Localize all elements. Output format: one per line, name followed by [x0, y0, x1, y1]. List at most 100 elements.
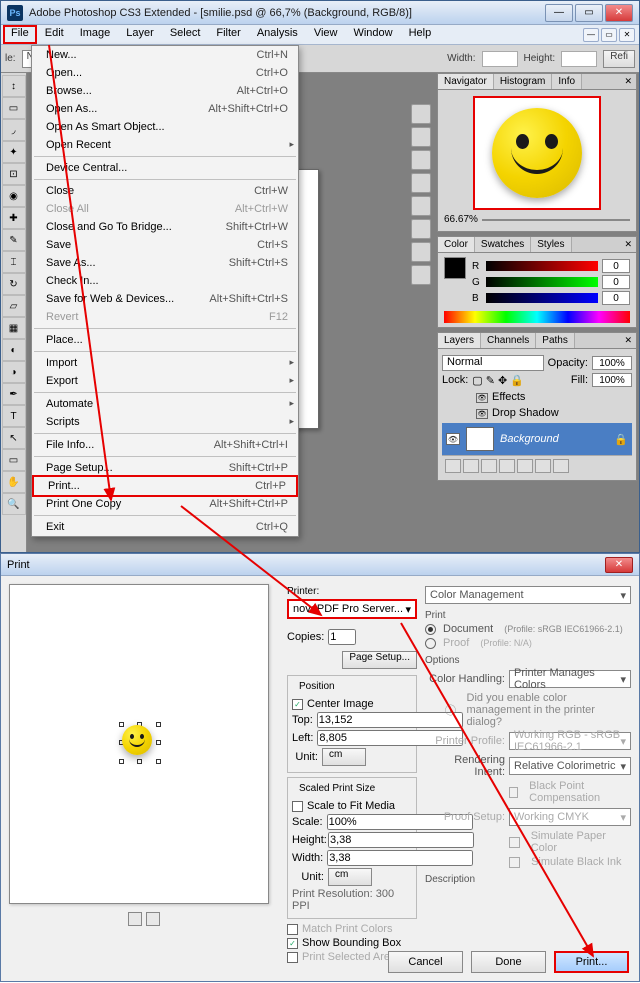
copies-input[interactable] — [328, 629, 356, 645]
pen-tool-icon[interactable]: ✒ — [2, 383, 26, 405]
panel-close-icon[interactable]: ✕ — [620, 333, 636, 348]
printer-profile-dropdown[interactable]: Working RGB - sRGB IEC61966-2.1▾ — [509, 732, 631, 750]
link-icon[interactable] — [445, 459, 461, 473]
dock-icon[interactable] — [411, 104, 431, 124]
new-layer-icon[interactable] — [535, 459, 551, 473]
menu-item[interactable]: ExitCtrl+Q — [32, 518, 298, 536]
b-input[interactable] — [602, 291, 630, 305]
brush-tool-icon[interactable]: ✎ — [2, 229, 26, 251]
print-sel-checkbox[interactable] — [287, 952, 298, 963]
menu-item[interactable]: RevertF12 — [32, 308, 298, 326]
eraser-tool-icon[interactable]: ▱ — [2, 295, 26, 317]
menu-item[interactable]: Browse...Alt+Ctrl+O — [32, 82, 298, 100]
layer-background[interactable]: 👁 Background 🔒 — [442, 423, 632, 455]
hue-ramp[interactable] — [444, 311, 630, 323]
menu-item[interactable]: Place... — [32, 331, 298, 349]
menu-item[interactable]: Close and Go To Bridge...Shift+Ctrl+W — [32, 218, 298, 236]
menu-item[interactable]: Save for Web & Devices...Alt+Shift+Ctrl+… — [32, 290, 298, 308]
history-tool-icon[interactable]: ↻ — [2, 273, 26, 295]
menu-item[interactable]: Print...Ctrl+P — [32, 475, 298, 497]
cancel-button[interactable]: Cancel — [388, 951, 463, 973]
zoom-slider[interactable] — [482, 215, 630, 225]
width-input[interactable] — [482, 51, 518, 67]
g-input[interactable] — [602, 275, 630, 289]
menu-window[interactable]: Window — [345, 25, 400, 44]
dock-icon[interactable] — [411, 219, 431, 239]
dock-icon[interactable] — [411, 196, 431, 216]
proof-radio[interactable] — [425, 638, 436, 649]
path-tool-icon[interactable]: ↖ — [2, 427, 26, 449]
center-image-checkbox[interactable]: ✓ — [292, 699, 303, 710]
document-radio[interactable] — [425, 624, 436, 635]
wand-tool-icon[interactable]: ✦ — [2, 141, 26, 163]
close-button[interactable]: ✕ — [605, 4, 633, 22]
doc-restore-button[interactable]: ▭ — [601, 28, 617, 42]
visibility-icon[interactable]: 👁 — [476, 393, 488, 403]
shape-tool-icon[interactable]: ▭ — [2, 449, 26, 471]
lasso-tool-icon[interactable]: ◞ — [2, 119, 26, 141]
fill-input[interactable] — [592, 373, 632, 387]
menu-item[interactable]: Export — [32, 372, 298, 390]
tab-info[interactable]: Info — [552, 74, 582, 89]
unit2-dropdown[interactable]: cm — [328, 868, 372, 886]
printer-dropdown[interactable]: novaPDF Pro Server...▾ — [287, 599, 417, 619]
foreground-swatch[interactable] — [444, 257, 466, 279]
menu-image[interactable]: Image — [72, 25, 119, 44]
proof-setup-dropdown[interactable]: Working CMYK▾ — [509, 808, 631, 826]
panel-close-icon[interactable]: ✕ — [620, 237, 636, 252]
minimize-button[interactable]: — — [545, 4, 573, 22]
tab-histogram[interactable]: Histogram — [494, 74, 553, 89]
menu-view[interactable]: View — [306, 25, 346, 44]
unit-dropdown[interactable]: cm — [322, 748, 366, 766]
doc-minimize-button[interactable]: — — [583, 28, 599, 42]
marquee-tool-icon[interactable]: ▭ — [2, 97, 26, 119]
dock-icon[interactable] — [411, 242, 431, 262]
mask-icon[interactable] — [481, 459, 497, 473]
menu-edit[interactable]: Edit — [37, 25, 72, 44]
cm-dropdown[interactable]: Color Management▾ — [425, 586, 631, 604]
menu-analysis[interactable]: Analysis — [249, 25, 306, 44]
menu-item[interactable]: Import — [32, 354, 298, 372]
menu-item[interactable]: New...Ctrl+N — [32, 46, 298, 64]
tab-navigator[interactable]: Navigator — [438, 74, 494, 89]
menu-item[interactable]: Open As Smart Object... — [32, 118, 298, 136]
menu-item[interactable]: Scripts — [32, 413, 298, 431]
dodge-tool-icon[interactable]: ◑ — [2, 361, 26, 383]
blur-tool-icon[interactable]: ◐ — [2, 339, 26, 361]
menu-item[interactable]: Close AllAlt+Ctrl+W — [32, 200, 298, 218]
g-slider[interactable] — [486, 277, 598, 287]
tab-paths[interactable]: Paths — [536, 333, 575, 348]
tab-color[interactable]: Color — [438, 237, 475, 252]
menu-layer[interactable]: Layer — [118, 25, 162, 44]
tab-swatches[interactable]: Swatches — [475, 237, 531, 252]
rendering-dropdown[interactable]: Relative Colorimetric▾ — [509, 757, 631, 775]
zoom-tool-icon[interactable]: 🔍 — [2, 493, 26, 515]
menu-item[interactable]: Open As...Alt+Shift+Ctrl+O — [32, 100, 298, 118]
menu-item[interactable]: Open Recent — [32, 136, 298, 154]
dock-icon[interactable] — [411, 265, 431, 285]
fx-icon[interactable] — [463, 459, 479, 473]
color-handling-dropdown[interactable]: Printer Manages Colors▾ — [509, 670, 631, 688]
print-close-button[interactable]: ✕ — [605, 557, 633, 573]
visibility-icon[interactable]: 👁 — [446, 433, 460, 445]
menu-help[interactable]: Help — [401, 25, 440, 44]
b-slider[interactable] — [486, 293, 598, 303]
maximize-button[interactable]: ▭ — [575, 4, 603, 22]
trash-icon[interactable] — [553, 459, 569, 473]
done-button[interactable]: Done — [471, 951, 546, 973]
menu-item[interactable]: Device Central... — [32, 159, 298, 177]
menu-select[interactable]: Select — [162, 25, 209, 44]
menu-item[interactable]: Automate — [32, 395, 298, 413]
dock-icon[interactable] — [411, 150, 431, 170]
tab-channels[interactable]: Channels — [481, 333, 536, 348]
height-input[interactable] — [561, 51, 597, 67]
scale-fit-checkbox[interactable] — [292, 801, 303, 812]
page-setup-button[interactable]: Page Setup... — [342, 651, 417, 669]
tab-layers[interactable]: Layers — [438, 333, 481, 348]
r-input[interactable] — [602, 259, 630, 273]
hand-tool-icon[interactable]: ✋ — [2, 471, 26, 493]
menu-item[interactable]: SaveCtrl+S — [32, 236, 298, 254]
show-bbox-checkbox[interactable]: ✓ — [287, 938, 298, 949]
menu-filter[interactable]: Filter — [208, 25, 248, 44]
adjustment-icon[interactable] — [499, 459, 515, 473]
